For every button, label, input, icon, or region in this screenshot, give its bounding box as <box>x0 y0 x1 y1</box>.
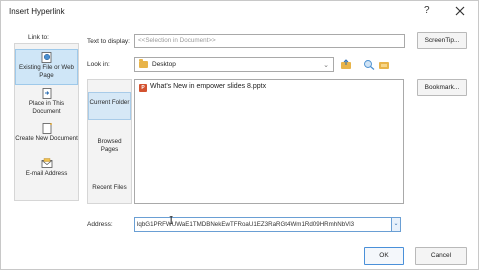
help-button[interactable]: ? <box>424 5 430 16</box>
nav-browsed-pages[interactable]: Browsed Pages <box>88 132 131 160</box>
close-icon[interactable] <box>453 4 467 18</box>
title-bar: Insert Hyperlink ? <box>1 1 478 23</box>
cancel-button[interactable]: Cancel <box>415 247 467 265</box>
link-to-panel: Existing File or Web Page Place in This … <box>14 43 79 201</box>
link-to-existing-file-label: Existing File or Web Page <box>19 64 74 79</box>
globe-page-icon <box>41 52 53 63</box>
link-to-email-address-label: E-mail Address <box>25 170 68 177</box>
file-name: What's New in empower slides 8.pptx <box>150 83 267 90</box>
look-in-value: Desktop <box>152 61 176 68</box>
email-icon <box>41 158 53 169</box>
file-list[interactable]: P What's New in empower slides 8.pptx <box>134 79 404 204</box>
insert-hyperlink-dialog: Insert Hyperlink ? Link to: Existing Fil… <box>0 0 479 270</box>
browse-web-icon[interactable] <box>363 59 375 70</box>
link-to-new-document-label: Create New Document <box>15 135 78 142</box>
link-to-existing-file[interactable]: Existing File or Web Page <box>15 49 78 85</box>
ok-button[interactable]: OK <box>364 247 404 265</box>
look-in-label: Look in: <box>87 61 110 68</box>
bookmark-button[interactable]: Bookmark... <box>417 79 467 96</box>
address-label: Address: <box>87 221 113 228</box>
folder-icon <box>139 59 148 68</box>
link-to-label: Link to: <box>28 34 49 41</box>
link-to-new-document[interactable]: Create New Document <box>15 123 78 155</box>
dialog-title: Insert Hyperlink <box>9 7 65 16</box>
link-to-place-in-document-label: Place in This Document <box>28 100 65 115</box>
link-to-email-address[interactable]: E-mail Address <box>15 158 78 184</box>
address-dropdown-icon[interactable]: ⌄ <box>391 217 401 232</box>
chevron-down-icon: ⌄ <box>323 62 329 69</box>
new-document-icon <box>41 123 53 134</box>
text-to-display-label: Text to display: <box>87 38 130 45</box>
browse-nav-panel: Current Folder Browsed Pages Recent File… <box>87 79 132 204</box>
text-to-display-input[interactable]: <<Selection in Document>> <box>134 34 405 48</box>
up-folder-icon[interactable] <box>340 59 352 70</box>
look-in-dropdown[interactable]: Desktop ⌄ <box>134 57 334 72</box>
powerpoint-file-icon: P <box>139 84 147 92</box>
screentip-button[interactable]: ScreenTip... <box>417 32 467 49</box>
document-place-icon <box>41 88 53 99</box>
text-cursor-icon: I <box>169 214 174 227</box>
browse-file-icon[interactable] <box>378 59 390 70</box>
nav-current-folder[interactable]: Current Folder <box>88 92 131 120</box>
link-to-place-in-document[interactable]: Place in This Document <box>15 88 78 120</box>
nav-recent-files[interactable]: Recent Files <box>88 180 131 198</box>
